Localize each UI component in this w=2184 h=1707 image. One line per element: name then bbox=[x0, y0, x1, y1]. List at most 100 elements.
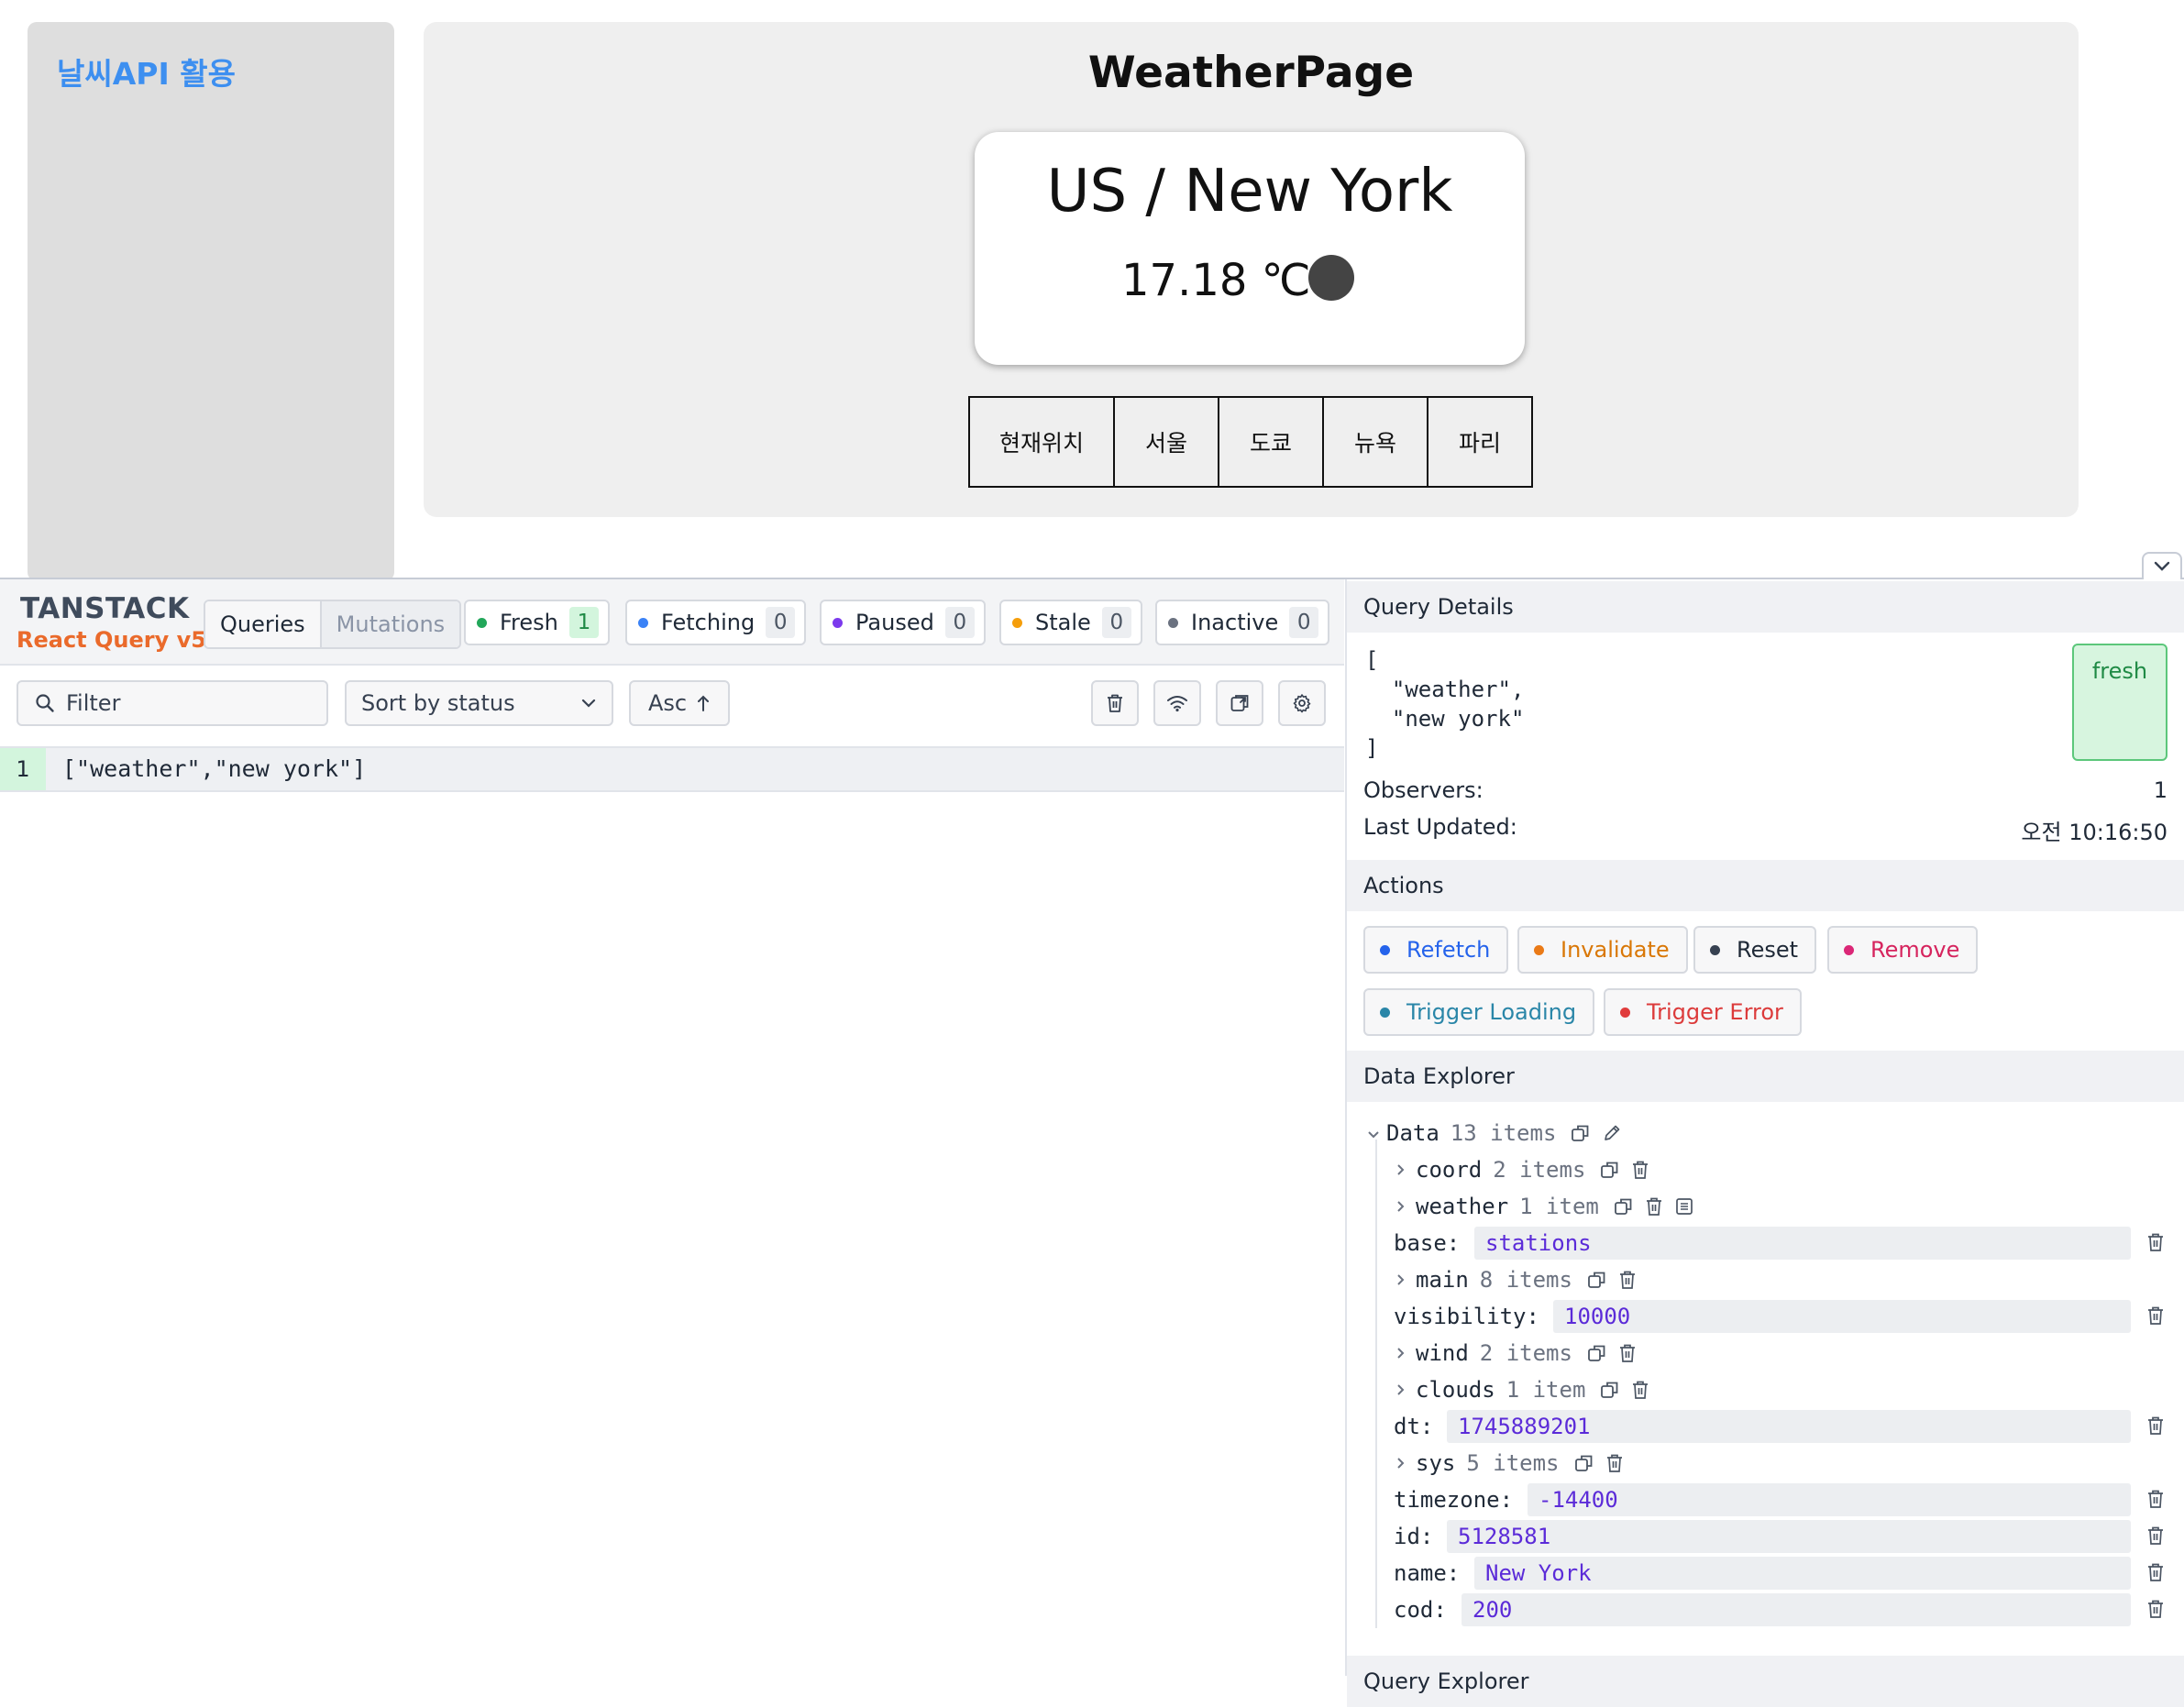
trash-icon[interactable] bbox=[2146, 1525, 2165, 1549]
sort-order-button[interactable]: Asc bbox=[629, 680, 730, 726]
settings-button[interactable] bbox=[1278, 680, 1326, 726]
tree-leaf-base: base: bbox=[1394, 1227, 1471, 1260]
tree-value-name[interactable]: New York bbox=[1474, 1557, 2131, 1590]
trash-icon[interactable] bbox=[1631, 1160, 1649, 1180]
chevron-right-icon bbox=[1395, 1157, 1416, 1183]
pip-icon bbox=[1230, 693, 1250, 713]
tokyo-button[interactable]: 도쿄 bbox=[1218, 396, 1324, 488]
copy-icon[interactable] bbox=[1587, 1343, 1607, 1363]
status-count: 0 bbox=[1289, 607, 1319, 638]
query-explorer-header: Query Explorer bbox=[1347, 1656, 2184, 1707]
mock-offline-button[interactable] bbox=[1153, 680, 1201, 726]
sort-order-label: Asc bbox=[647, 690, 688, 716]
city-button-group: 현재위치 서울 도쿄 뉴욕 파리 bbox=[968, 396, 1533, 488]
picture-in-picture-button[interactable] bbox=[1216, 680, 1263, 726]
chevron-down-icon bbox=[2153, 558, 2171, 576]
tree-value-visibility[interactable]: 10000 bbox=[1553, 1300, 2131, 1333]
gear-icon bbox=[1292, 693, 1312, 713]
tree-key: clouds bbox=[1416, 1377, 1495, 1403]
copy-icon[interactable] bbox=[1600, 1380, 1620, 1400]
list-icon[interactable] bbox=[1674, 1196, 1694, 1217]
trash-icon[interactable] bbox=[2146, 1305, 2165, 1329]
inactive-status-pill[interactable]: Inactive 0 bbox=[1155, 600, 1330, 645]
tree-key: main bbox=[1416, 1267, 1469, 1293]
react-query-version: React Query v5 bbox=[17, 627, 206, 653]
temperature: 17.18 ℃ bbox=[1121, 255, 1311, 306]
tree-meta: 1 item bbox=[1506, 1377, 1586, 1403]
copy-icon[interactable] bbox=[1614, 1196, 1634, 1217]
actions-header: Actions bbox=[1347, 860, 2184, 911]
tree-meta: 8 items bbox=[1479, 1267, 1572, 1293]
newyork-button[interactable]: 뉴욕 bbox=[1322, 396, 1428, 488]
trash-icon[interactable] bbox=[1618, 1270, 1637, 1290]
tree-leaf-name: name: bbox=[1394, 1557, 1471, 1590]
trash-icon[interactable] bbox=[2146, 1415, 2165, 1439]
invalidate-button[interactable]: Invalidate bbox=[1517, 926, 1688, 974]
sidebar-title[interactable]: 날씨API 활용 bbox=[57, 50, 236, 94]
collapse-devtools-button[interactable] bbox=[2142, 552, 2182, 579]
tree-node-weather[interactable]: weather 1 item bbox=[1395, 1190, 1705, 1223]
clear-cache-button[interactable] bbox=[1091, 680, 1139, 726]
trigger-error-label: Trigger Error bbox=[1647, 999, 1783, 1025]
tree-value-base[interactable]: stations bbox=[1474, 1227, 2131, 1260]
tree-value-dt[interactable]: 1745889201 bbox=[1447, 1410, 2131, 1443]
trash-icon[interactable] bbox=[1645, 1196, 1663, 1217]
refetch-button[interactable]: Refetch bbox=[1363, 926, 1509, 974]
copy-icon[interactable] bbox=[1574, 1453, 1594, 1473]
tree-root[interactable]: Data 13 items bbox=[1366, 1117, 1633, 1150]
trash-icon[interactable] bbox=[2146, 1599, 2165, 1623]
fresh-status-pill[interactable]: Fresh 1 bbox=[464, 600, 610, 645]
copy-icon[interactable] bbox=[1600, 1160, 1620, 1180]
remove-dot-icon bbox=[1844, 944, 1854, 955]
query-row[interactable]: 1 ["weather","new york"] bbox=[0, 748, 1344, 792]
tab-mutations[interactable]: Mutations bbox=[321, 601, 460, 647]
tree-key: coord bbox=[1416, 1157, 1483, 1183]
trash-icon[interactable] bbox=[1618, 1343, 1637, 1363]
trash-icon[interactable] bbox=[2146, 1489, 2165, 1513]
trigger-error-dot-icon bbox=[1620, 1007, 1630, 1018]
tree-value-timezone[interactable]: -14400 bbox=[1528, 1483, 2131, 1516]
page-title: WeatherPage bbox=[1087, 48, 1415, 98]
tree-key: timezone: bbox=[1394, 1487, 1514, 1513]
fetching-status-pill[interactable]: Fetching 0 bbox=[625, 600, 807, 645]
paris-button[interactable]: 파리 bbox=[1427, 396, 1533, 488]
sidebar: 날씨API 활용 bbox=[28, 22, 394, 581]
query-key-detail: [ "weather", "new york" ] bbox=[1365, 647, 1525, 761]
tree-meta: 2 items bbox=[1479, 1340, 1572, 1366]
stale-dot-icon bbox=[1012, 617, 1022, 628]
edit-icon[interactable] bbox=[1602, 1123, 1622, 1143]
copy-icon[interactable] bbox=[1571, 1123, 1591, 1143]
filter-input[interactable]: Filter bbox=[17, 680, 328, 726]
paused-status-pill[interactable]: Paused 0 bbox=[820, 600, 986, 645]
chevron-right-icon bbox=[1395, 1377, 1416, 1403]
tree-node-sys[interactable]: sys 5 items bbox=[1395, 1447, 1635, 1480]
tree-node-clouds[interactable]: clouds 1 item bbox=[1395, 1373, 1660, 1406]
remove-label: Remove bbox=[1870, 937, 1960, 963]
tanstack-logo[interactable]: TANSTACK bbox=[20, 592, 190, 625]
tree-value-cod[interactable]: 200 bbox=[1462, 1593, 2131, 1626]
tree-node-main[interactable]: main 8 items bbox=[1395, 1263, 1648, 1296]
trash-icon[interactable] bbox=[1631, 1380, 1649, 1400]
reset-button[interactable]: Reset bbox=[1693, 926, 1817, 974]
stale-status-pill[interactable]: Stale 0 bbox=[999, 600, 1142, 645]
remove-button[interactable]: Remove bbox=[1827, 926, 1979, 974]
tree-key: dt: bbox=[1394, 1414, 1434, 1439]
trash-icon[interactable] bbox=[2146, 1232, 2165, 1256]
trash-icon[interactable] bbox=[2146, 1562, 2165, 1586]
observers-value: 1 bbox=[2153, 777, 2167, 803]
copy-icon[interactable] bbox=[1587, 1270, 1607, 1290]
sort-select[interactable]: Sort by status bbox=[345, 680, 613, 726]
tree-key: base: bbox=[1394, 1230, 1461, 1256]
status-label: Fresh bbox=[500, 610, 558, 635]
current-location-button[interactable]: 현재위치 bbox=[968, 396, 1115, 488]
tree-value-id[interactable]: 5128581 bbox=[1447, 1520, 2131, 1553]
tree-key: id: bbox=[1394, 1524, 1434, 1549]
tree-node-wind[interactable]: wind 2 items bbox=[1395, 1337, 1648, 1370]
trigger-loading-button[interactable]: Trigger Loading bbox=[1363, 988, 1595, 1036]
trash-icon[interactable] bbox=[1605, 1453, 1624, 1473]
tree-node-coord[interactable]: coord 2 items bbox=[1395, 1153, 1660, 1186]
observer-count: 1 bbox=[0, 748, 46, 790]
seoul-button[interactable]: 서울 bbox=[1113, 396, 1219, 488]
tab-queries[interactable]: Queries bbox=[205, 601, 322, 647]
trigger-error-button[interactable]: Trigger Error bbox=[1604, 988, 1802, 1036]
